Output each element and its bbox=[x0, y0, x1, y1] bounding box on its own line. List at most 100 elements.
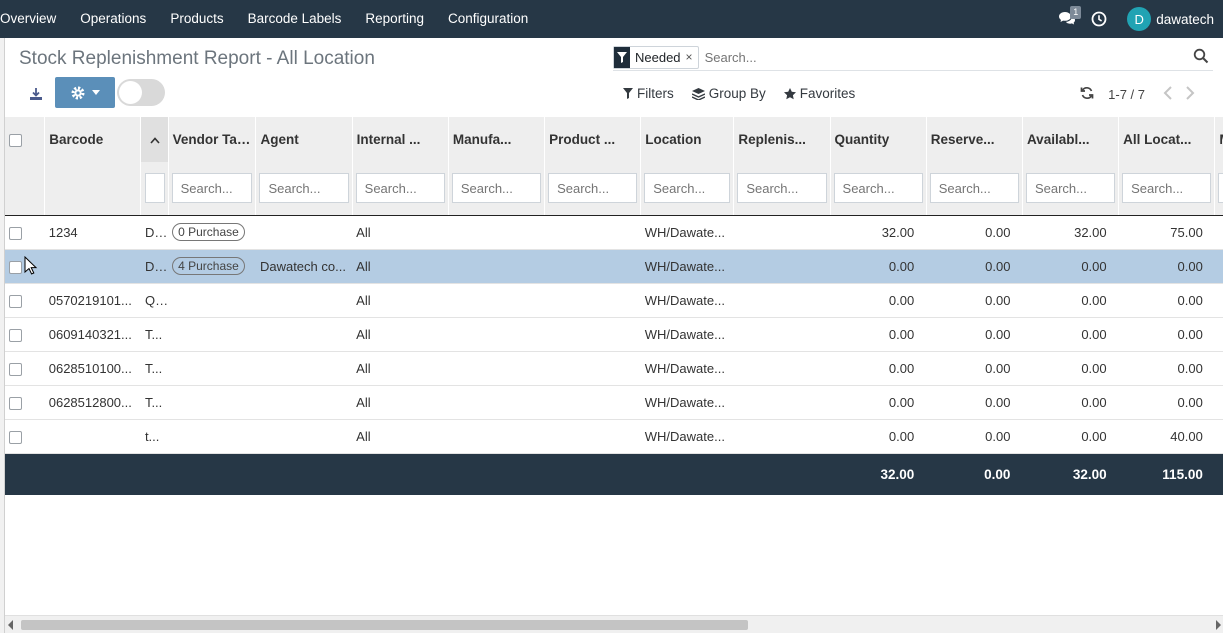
mouse-cursor-icon bbox=[24, 256, 38, 275]
row-checkbox[interactable] bbox=[9, 396, 22, 410]
search-all-locations[interactable] bbox=[1122, 173, 1212, 204]
refresh-icon[interactable] bbox=[1080, 86, 1096, 102]
cell-internal: All bbox=[352, 215, 449, 250]
search-internal[interactable] bbox=[355, 173, 445, 204]
row-select-cell[interactable] bbox=[5, 317, 45, 352]
menu-operations[interactable]: Operations bbox=[68, 0, 158, 38]
cell-replenish bbox=[733, 215, 831, 250]
row-select-cell[interactable] bbox=[5, 283, 45, 318]
col-quantity[interactable]: Quantity bbox=[830, 117, 927, 162]
table-row[interactable]: 0609140321... T... All WH/Dawate... 0.00 0.00… bbox=[5, 317, 1223, 352]
cell-vendor bbox=[168, 385, 256, 420]
cell-location: WH/Dawate... bbox=[640, 317, 734, 352]
row-select-cell[interactable] bbox=[5, 351, 45, 386]
row-checkbox[interactable] bbox=[9, 328, 22, 342]
pager-previous-icon[interactable] bbox=[1163, 86, 1179, 102]
toggle-switch[interactable] bbox=[117, 79, 165, 106]
menu-barcode-labels[interactable]: Barcode Labels bbox=[236, 0, 354, 38]
purchase-badge[interactable]: 4 Purchase bbox=[172, 257, 245, 275]
col-manufacturer[interactable]: Manufa... bbox=[448, 117, 546, 162]
facet-remove-icon[interactable]: × bbox=[685, 47, 698, 68]
search-manufacturer[interactable] bbox=[451, 173, 542, 204]
user-menu[interactable]: D dawatech bbox=[1127, 7, 1214, 31]
search-location[interactable] bbox=[644, 173, 731, 204]
cell-main bbox=[1214, 351, 1223, 386]
search-facet-needed[interactable]: Needed × bbox=[613, 46, 699, 69]
search-main[interactable] bbox=[1218, 173, 1223, 204]
col-product[interactable]: Product ... bbox=[544, 117, 642, 162]
search-available[interactable] bbox=[1025, 173, 1116, 204]
cell-vendor bbox=[168, 317, 256, 352]
row-select-cell[interactable] bbox=[5, 419, 45, 454]
pager-next-icon[interactable] bbox=[1185, 86, 1201, 102]
cell-barcode: 0609140321... bbox=[44, 317, 141, 352]
search-replenish[interactable] bbox=[737, 173, 827, 204]
purchase-badge[interactable]: 0 Purchase bbox=[172, 223, 245, 241]
row-select-cell[interactable] bbox=[5, 385, 45, 420]
search-quantity[interactable] bbox=[833, 173, 923, 204]
row-checkbox[interactable] bbox=[9, 260, 22, 274]
menu-products[interactable]: Products bbox=[158, 0, 235, 38]
group-by-label: Group By bbox=[708, 86, 766, 101]
cell-agent bbox=[255, 351, 353, 386]
cell-agent: Dawatech co... bbox=[255, 249, 353, 284]
search-agent[interactable] bbox=[259, 173, 349, 204]
search-reserved[interactable] bbox=[929, 173, 1019, 204]
col-barcode[interactable]: Barcode bbox=[44, 117, 142, 162]
row-checkbox[interactable] bbox=[9, 226, 22, 240]
scroll-left-icon[interactable] bbox=[8, 620, 13, 630]
menu-configuration[interactable]: Configuration bbox=[436, 0, 540, 38]
table-row[interactable]: D... 4 Purchase Dawatech co... All WH/Dawate… bbox=[5, 249, 1223, 284]
table-row[interactable]: 1234 D... 0 Purchase All WH/Dawate... 32.00 0.… bbox=[5, 215, 1223, 250]
horizontal-scrollbar[interactable] bbox=[5, 615, 1223, 633]
col-internal[interactable]: Internal ... bbox=[352, 117, 449, 162]
row-checkbox[interactable] bbox=[9, 294, 22, 308]
cell-available: 0.00 bbox=[1022, 317, 1119, 352]
download-button[interactable] bbox=[25, 83, 47, 105]
scroll-right-icon[interactable] bbox=[1216, 620, 1221, 630]
favorites-button[interactable]: Favorites bbox=[783, 86, 855, 101]
cell-available: 0.00 bbox=[1022, 385, 1119, 420]
search-icon[interactable] bbox=[1193, 48, 1211, 66]
cell-product bbox=[544, 351, 641, 386]
col-replenish[interactable]: Replenis... bbox=[733, 117, 831, 162]
col-vendor-tax[interactable]: Vendor Tax... bbox=[168, 117, 257, 162]
select-all-checkbox[interactable] bbox=[9, 133, 22, 147]
search-input[interactable] bbox=[704, 50, 1175, 65]
page-title: Stock Replenishment Report - All Locatio… bbox=[19, 48, 375, 69]
filters-button[interactable]: Filters bbox=[623, 86, 674, 101]
activity-clock-icon[interactable] bbox=[1085, 0, 1113, 38]
filters-label: Filters bbox=[637, 86, 674, 101]
search-vendor-tax[interactable] bbox=[171, 173, 253, 204]
search-product[interactable] bbox=[548, 173, 638, 204]
col-agent[interactable]: Agent bbox=[255, 117, 353, 162]
cell-quantity: 0.00 bbox=[830, 385, 927, 420]
row-checkbox[interactable] bbox=[9, 362, 22, 376]
menu-reporting[interactable]: Reporting bbox=[353, 0, 436, 38]
col-location[interactable]: Location bbox=[640, 117, 735, 162]
cell-location: WH/Dawate... bbox=[640, 283, 734, 318]
search-sort-column[interactable] bbox=[144, 173, 165, 204]
sort-column-header[interactable] bbox=[140, 117, 169, 162]
pager-value[interactable]: 1-7 / 7 bbox=[1108, 87, 1145, 102]
messages-icon[interactable]: 1 bbox=[1053, 0, 1082, 38]
col-available[interactable]: Availabl... bbox=[1022, 117, 1120, 162]
cell-agent bbox=[255, 215, 353, 250]
row-checkbox[interactable] bbox=[9, 430, 22, 444]
scrollbar-thumb[interactable] bbox=[21, 620, 748, 630]
settings-gear-button[interactable] bbox=[55, 77, 115, 108]
row-select-cell[interactable] bbox=[5, 215, 45, 250]
col-reserved[interactable]: Reserve... bbox=[926, 117, 1023, 162]
cell-available: 0.00 bbox=[1022, 351, 1119, 386]
table-row[interactable]: 0570219101... Q... All WH/Dawate... 0.00 0.00… bbox=[5, 283, 1223, 318]
cell-product bbox=[544, 249, 641, 284]
cell-product bbox=[544, 215, 641, 250]
table-row[interactable]: 0628512800... T... All WH/Dawate... 0.00 0.00… bbox=[5, 385, 1223, 420]
select-all-cell[interactable] bbox=[5, 117, 46, 162]
col-main[interactable]: MAIN... bbox=[1214, 117, 1223, 162]
group-by-button[interactable]: Group By bbox=[691, 86, 766, 101]
table-row[interactable]: t... All WH/Dawate... 0.00 0.00 0.00 40.00 bbox=[5, 419, 1223, 454]
menu-overview[interactable]: Overview bbox=[0, 0, 68, 38]
col-all-locations[interactable]: All Locat... bbox=[1118, 117, 1216, 162]
table-row[interactable]: 0628510100... T... All WH/Dawate... 0.00 0.00… bbox=[5, 351, 1223, 386]
